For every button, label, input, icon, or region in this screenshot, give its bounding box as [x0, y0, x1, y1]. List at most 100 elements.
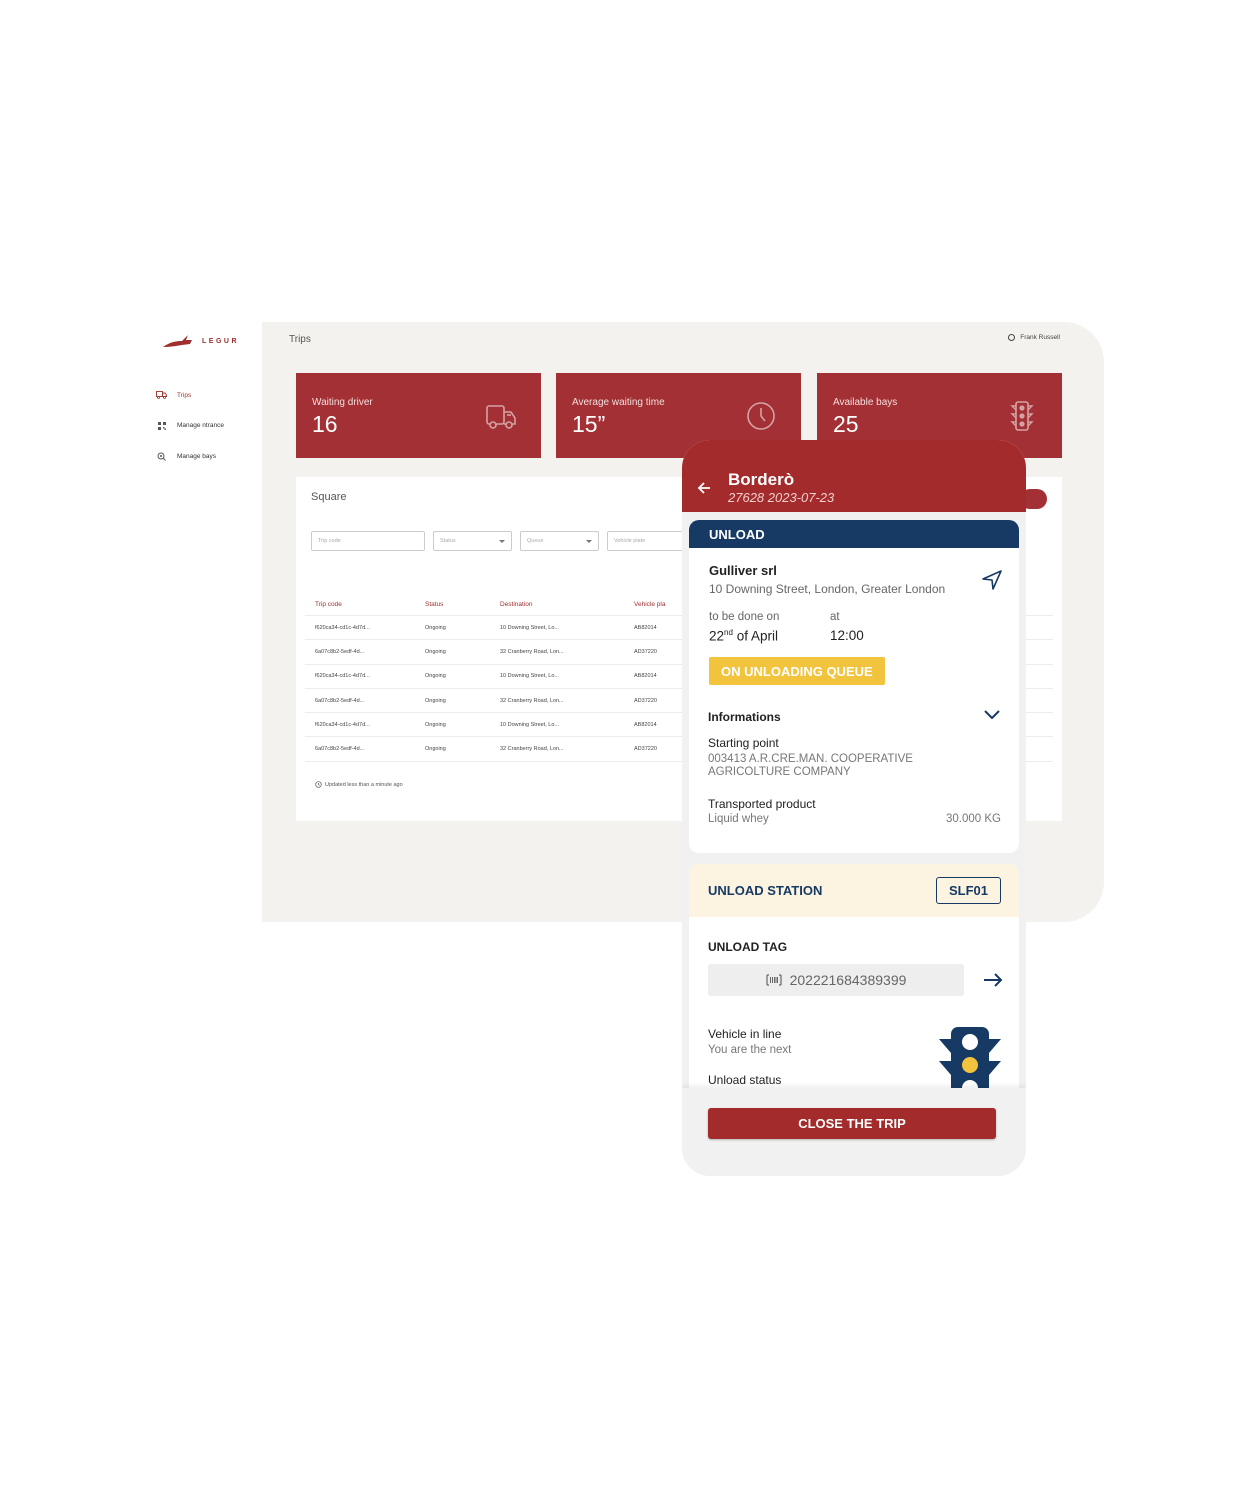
user-menu[interactable]: Frank Russell: [1008, 334, 1060, 341]
product-value: Liquid whey: [708, 813, 769, 825]
back-arrow-icon[interactable]: [696, 480, 712, 496]
status-cell: Ongoing: [425, 624, 446, 631]
status-cell: Ongoing: [425, 746, 446, 753]
navigation-icon[interactable]: [981, 569, 1003, 591]
product-quantity: 30.000 KG: [946, 813, 1001, 825]
unload-header: UNLOAD: [689, 520, 1019, 548]
starting-point-line2: AGRICOLTURE COMPANY: [708, 766, 851, 778]
unload-tag-field[interactable]: 202221684389399: [708, 964, 964, 996]
user-name: Frank Russell: [1020, 334, 1060, 341]
column-header[interactable]: Status: [425, 601, 500, 608]
date-value: 22nd of April: [709, 628, 778, 644]
stat-label: Average waiting time: [572, 397, 665, 408]
status-cell: Ongoing: [425, 673, 446, 680]
unload-card: UNLOAD Gulliver srl 10 Downing Street, L…: [689, 520, 1019, 853]
sidebar: LEGUR Trips Manage ntrance Manage bays: [150, 322, 262, 922]
mobile-subtitle: 27628 2023-07-23: [728, 490, 835, 505]
stat-card-waiting-driver: Waiting driver 16: [296, 373, 541, 458]
placeholder: Status: [440, 538, 456, 544]
user-icon: [1008, 334, 1016, 341]
sidebar-item-manage-entrance[interactable]: Manage ntrance: [156, 411, 224, 442]
trip-code-cell: 6a07c8b2-5edf-4d...: [315, 746, 365, 753]
sidebar-item-label: Manage bays: [177, 452, 217, 460]
destination-cell: 10 Downing Street, Lo...: [500, 673, 560, 680]
placeholder: Trip code: [318, 538, 341, 544]
date-suffix: nd: [724, 628, 733, 637]
clock-icon: [747, 402, 775, 430]
stat-value: 16: [312, 411, 338, 437]
product-label: Transported product: [708, 797, 816, 811]
unload-tag-value: 202221684389399: [789, 972, 907, 988]
station-code-badge: SLF01: [935, 877, 1001, 904]
status-cell: Ongoing: [425, 697, 446, 704]
status-select[interactable]: Status: [433, 531, 512, 551]
company-address: 10 Downing Street, London, Greater Londo…: [709, 582, 946, 596]
unload-status-label: Unload status: [708, 1073, 782, 1087]
sidebar-nav: Trips Manage ntrance Manage bays: [156, 380, 224, 472]
trip-code-cell: f620ca34-cd1c-4d7d...: [315, 673, 370, 680]
trip-code-cell: 6a07c8b2-5edf-4d...: [315, 648, 365, 655]
updated-text: Updated less than a minute ago: [325, 781, 403, 788]
trip-code-cell: f620ca34-cd1c-4d7d...: [315, 721, 370, 728]
stat-label: Available bays: [833, 397, 898, 408]
bays-gear-icon: [156, 452, 167, 461]
starting-point-label: Starting point: [708, 736, 779, 750]
time-label: at: [830, 611, 840, 623]
sidebar-item-label: Manage ntrance: [177, 422, 224, 430]
traffic-light-icon: [1010, 401, 1034, 431]
qr-grid-icon: [156, 421, 167, 430]
destination-cell: 10 Downing Street, Lo...: [500, 624, 560, 631]
stat-label: Waiting driver: [312, 397, 373, 408]
page-title: Trips: [289, 334, 311, 345]
mobile-footer: CLOSE THE TRIP: [682, 1088, 1026, 1176]
column-header[interactable]: Destination: [500, 601, 634, 608]
sidebar-item-label: Trips: [177, 391, 192, 399]
caret-down-icon: [499, 539, 505, 543]
column-header[interactable]: Trip code: [305, 601, 425, 608]
unload-tag-label: UNLOAD TAG: [708, 940, 788, 954]
brand-name: LEGUR: [202, 337, 239, 345]
status-badge: ON UNLOADING QUEUE: [709, 657, 885, 685]
mobile-bordero-panel: Borderò 27628 2023-07-23 UNLOAD Gulliver…: [682, 440, 1026, 1176]
mobile-title: Borderò: [728, 470, 795, 489]
stat-value: 25: [833, 411, 859, 437]
queue-select[interactable]: Queue: [520, 531, 599, 551]
starting-point-line1: 003413 A.R.CRE.MAN. COOPERATIVE: [708, 753, 913, 765]
vehicle-in-line-label: Vehicle in line: [708, 1027, 782, 1041]
destination-cell: 32 Cranberry Road, Lon...: [500, 648, 564, 655]
company-name: Gulliver srl: [709, 563, 777, 578]
station-title: UNLOAD STATION: [708, 883, 823, 898]
destination-cell: 32 Cranberry Road, Lon...: [500, 697, 564, 704]
close-trip-button[interactable]: CLOSE THE TRIP: [708, 1108, 996, 1139]
date-day: 22: [709, 628, 725, 644]
informations-toggle-label[interactable]: Informations: [708, 710, 781, 724]
arrow-right-icon[interactable]: [983, 972, 1003, 988]
sidebar-item-trips[interactable]: Trips: [156, 380, 224, 411]
caret-down-icon: [586, 539, 592, 543]
status-cell: Ongoing: [425, 648, 446, 655]
status-cell: Ongoing: [425, 721, 446, 728]
station-header: UNLOAD STATION SLF01: [689, 864, 1019, 917]
trip-code-input[interactable]: Trip code: [311, 531, 425, 551]
placeholder: Vehicle plate: [614, 538, 646, 544]
time-value: 12:00: [830, 628, 864, 643]
trip-code-cell: 6a07c8b2-5edf-4d...: [315, 697, 365, 704]
chevron-down-icon[interactable]: [983, 709, 1001, 721]
truck-icon: [486, 405, 516, 429]
brand-logo[interactable]: LEGUR: [162, 332, 239, 350]
date-label: to be done on: [709, 611, 780, 623]
updated-status: Updated less than a minute ago: [315, 781, 403, 788]
trip-code-cell: f620ca34-cd1c-4d7d...: [315, 624, 370, 631]
destination-cell: 10 Downing Street, Lo...: [500, 721, 560, 728]
truck-icon: [156, 391, 167, 400]
mobile-header: Borderò 27628 2023-07-23: [682, 440, 1026, 512]
barcode-icon: [765, 974, 782, 986]
card-title: Square: [311, 491, 347, 503]
date-month: of April: [732, 628, 778, 644]
filter-bar: Trip code Status Queue Vehicle plate: [311, 531, 697, 551]
placeholder: Queue: [527, 538, 544, 544]
hare-logo-icon: [163, 335, 192, 347]
sidebar-item-manage-bays[interactable]: Manage bays: [156, 441, 224, 472]
destination-cell: 32 Cranberry Road, Lon...: [500, 746, 564, 753]
stat-value: 15”: [572, 411, 606, 437]
